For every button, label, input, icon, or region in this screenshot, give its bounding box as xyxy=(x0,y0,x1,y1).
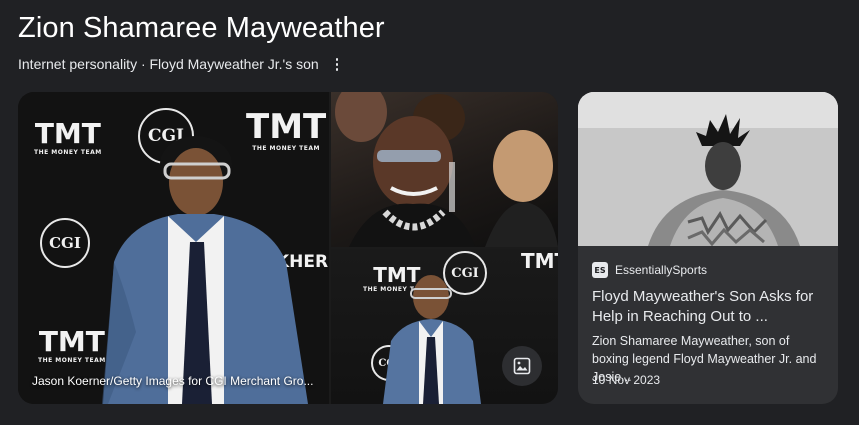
article-date: 10 Nov 2023 xyxy=(592,373,661,387)
group-photo xyxy=(335,92,558,247)
main-image-tile[interactable]: TMT THE MONEY TEAM CGI TMT THE MONEY TEA… xyxy=(18,92,329,404)
page-title: Zion Shamaree Mayweather xyxy=(18,12,385,44)
article-photo xyxy=(578,92,838,246)
image-icon xyxy=(513,357,531,375)
article-thumbnail xyxy=(578,92,838,246)
more-options-icon[interactable] xyxy=(329,55,345,73)
image-caption: Jason Koerner/Getty Images for CGI Merch… xyxy=(32,374,314,388)
top-right-image-tile[interactable] xyxy=(331,92,558,247)
person-figure xyxy=(102,136,308,404)
article-title[interactable]: Floyd Mayweather's Son Asks for Help in … xyxy=(592,287,826,327)
article-source[interactable]: ES EssentiallySports xyxy=(592,262,707,278)
view-images-button[interactable] xyxy=(502,346,542,386)
article-card[interactable]: ES EssentiallySports Floyd Mayweather's … xyxy=(578,92,838,404)
subtitle-text: Internet personality · Floyd Mayweather … xyxy=(18,56,319,72)
bottom-right-image-tile[interactable]: TMT THE MONEY TEAM CGI TMT CGI xyxy=(331,249,558,404)
image-gallery: TMT THE MONEY TEAM CGI TMT THE MONEY TEA… xyxy=(18,92,558,404)
source-logo: ES xyxy=(592,262,608,278)
source-name: EssentiallySports xyxy=(615,263,708,277)
entity-subtitle: Internet personality · Floyd Mayweather … xyxy=(18,55,345,73)
